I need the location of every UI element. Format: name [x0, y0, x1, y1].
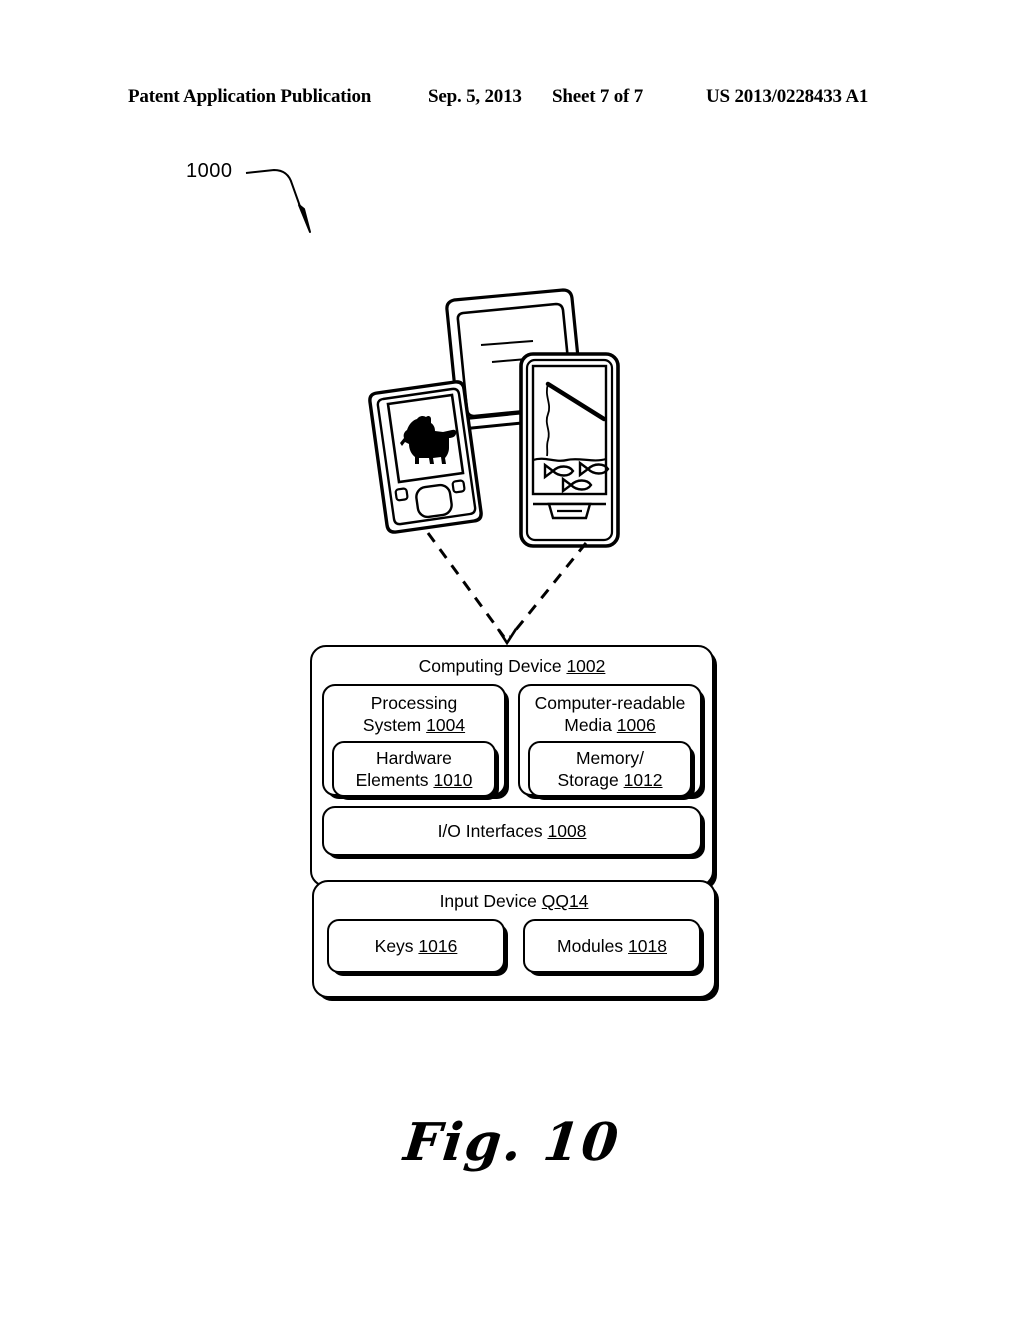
header-publication: Patent Application Publication: [128, 86, 372, 107]
processing-system-ref: 1004: [426, 715, 466, 735]
modules-title: Modules: [557, 936, 624, 956]
computing-device-top-row: Processing System 1004 Hardware Elements…: [322, 684, 702, 797]
keys-title: Keys: [374, 936, 414, 956]
computer-readable-media-title-line2: Media: [564, 715, 612, 735]
computing-device-title: Computing Device: [418, 656, 562, 676]
hardware-elements-title-line1: Hardware: [376, 748, 452, 768]
header-sheet-number: Sheet 7 of 7: [552, 86, 644, 107]
input-device-title: Input Device: [439, 891, 537, 911]
hardware-elements-ref: 1010: [433, 770, 473, 790]
io-interfaces-title: I/O Interfaces: [437, 821, 543, 841]
processing-system-block[interactable]: Processing System 1004 Hardware Elements…: [322, 684, 506, 797]
keys-ref: 1016: [418, 936, 458, 956]
modules-block[interactable]: Modules 1018: [523, 919, 701, 973]
input-device-ref: QQ14: [541, 891, 589, 911]
input-device-row: Keys 1016 Modules 1018: [324, 919, 704, 973]
computer-readable-media-block[interactable]: Computer-readable Media 1006 Memory/ Sto…: [518, 684, 702, 797]
hardware-elements-block[interactable]: Hardware Elements 1010: [332, 741, 496, 797]
memory-storage-title-line1: Memory/: [575, 748, 645, 768]
computing-device-block[interactable]: Computing Device 1002 Processing System …: [310, 645, 714, 887]
portable-media-player-icon: [368, 380, 483, 534]
header-document-number: US 2013/0228433 A1: [706, 86, 869, 107]
input-device-label: Input Device QQ14: [324, 890, 704, 912]
computer-readable-media-ref: 1006: [616, 715, 656, 735]
block-diagram: Computing Device 1002 Processing System …: [310, 645, 718, 1000]
reference-leader-arrow-icon: [245, 168, 311, 233]
processing-system-title-line1: Processing: [370, 693, 458, 713]
io-interfaces-block[interactable]: I/O Interfaces 1008: [322, 806, 702, 856]
modules-ref: 1018: [628, 936, 667, 956]
keys-block[interactable]: Keys 1016: [327, 919, 505, 973]
computing-device-label: Computing Device 1002: [322, 655, 702, 677]
header-date: Sep. 5, 2013: [428, 86, 522, 107]
io-interfaces-ref: 1008: [547, 821, 587, 841]
computing-device-ref: 1002: [566, 656, 606, 676]
page-header: Patent Application Publication Sep. 5, 2…: [128, 86, 896, 116]
keys-label: Keys 1016: [375, 935, 458, 957]
mobile-phone-icon: [519, 352, 620, 548]
memory-storage-label: Memory/ Storage 1012: [557, 747, 662, 791]
memory-storage-title-line2: Storage: [557, 770, 619, 790]
io-interfaces-label: I/O Interfaces 1008: [438, 820, 587, 842]
figure-caption: Fig. 10: [400, 1112, 624, 1173]
memory-storage-ref: 1012: [623, 770, 663, 790]
input-device-block[interactable]: Input Device QQ14 Keys 1016 Modules 1018: [312, 880, 716, 998]
computer-readable-media-title-line1: Computer-readable: [534, 693, 686, 713]
processing-system-title-line2: System: [362, 715, 422, 735]
figure-reference-numeral: 1000: [186, 160, 233, 182]
hardware-elements-title-line2: Elements: [355, 770, 429, 790]
processing-system-label: Processing System 1004: [330, 692, 498, 736]
hardware-elements-label: Hardware Elements 1010: [356, 747, 473, 791]
computer-readable-media-label: Computer-readable Media 1006: [526, 692, 694, 736]
modules-label: Modules 1018: [557, 935, 667, 957]
memory-storage-block[interactable]: Memory/ Storage 1012: [528, 741, 692, 797]
dashed-connector-lines: [426, 532, 588, 646]
